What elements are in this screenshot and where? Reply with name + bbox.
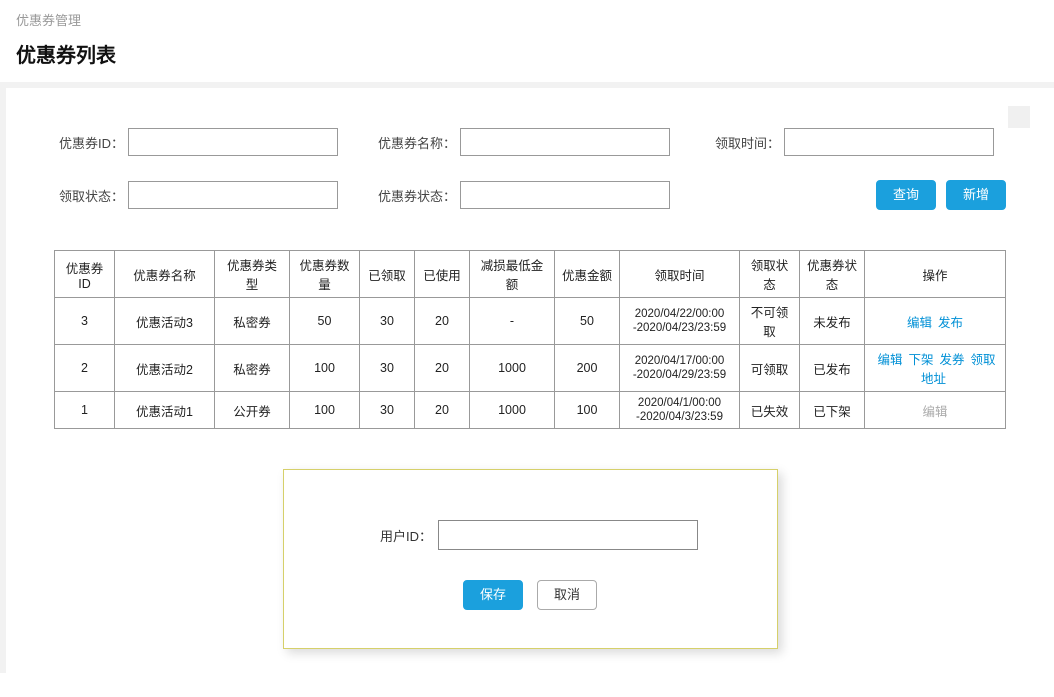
cell-min_amount: - [470, 298, 555, 345]
panel-corner-indicator [1008, 106, 1030, 128]
op-link-编辑: 编辑 [922, 405, 947, 419]
filter-actions: 查询 新增 [876, 180, 1006, 210]
th-min-amount: 减损最低金额 [470, 251, 555, 298]
cell-used: 20 [415, 298, 470, 345]
cell-name: 优惠活动1 [115, 392, 215, 429]
th-coupon-status: 优惠券状态 [800, 251, 865, 298]
cell-type: 私密券 [215, 345, 290, 392]
th-claimed: 已领取 [360, 251, 415, 298]
th-name: 优惠券名称 [115, 251, 215, 298]
coupon-name-label: 优惠券名称： [378, 133, 456, 152]
cell-claim-status: 已失效 [740, 392, 800, 429]
coupon-table: 优惠券ID 优惠券名称 优惠券类型 优惠券数量 已领取 已使用 减损最低金额 优… [54, 250, 1006, 429]
add-button[interactable]: 新增 [946, 180, 1006, 210]
op-link-发布[interactable]: 发布 [938, 316, 963, 330]
cell-id: 2 [55, 345, 115, 392]
claim-time-label: 领取时间： [710, 133, 780, 152]
modal-user-id-row: 用户ID： [314, 520, 747, 550]
cell-qty: 100 [290, 392, 360, 429]
table-header-row: 优惠券ID 优惠券名称 优惠券类型 优惠券数量 已领取 已使用 减损最低金额 优… [55, 251, 1006, 298]
cell-used: 20 [415, 392, 470, 429]
cell-ops: 编辑 [865, 392, 1006, 429]
user-id-input[interactable] [438, 520, 698, 550]
save-button[interactable]: 保存 [463, 580, 523, 610]
cell-claim-status: 可领取 [740, 345, 800, 392]
modal-wrap: 用户ID： 保存 取消 [54, 469, 1006, 649]
cell-coupon_amount: 50 [555, 298, 620, 345]
cell-claim-time: 2020/04/1/00:00-2020/04/3/23:59 [620, 392, 740, 429]
table-row: 3优惠活动3私密券503020-502020/04/22/00:00-2020/… [55, 298, 1006, 345]
cell-coupon-status: 已发布 [800, 345, 865, 392]
breadcrumb: 优惠券管理 [0, 0, 1054, 33]
cell-coupon-status: 已下架 [800, 392, 865, 429]
th-coupon-amount: 优惠金额 [555, 251, 620, 298]
coupon-status-input[interactable] [460, 181, 670, 209]
cell-ops: 编辑下架发券领取地址 [865, 345, 1006, 392]
cell-claim-status: 不可领取 [740, 298, 800, 345]
cell-name: 优惠活动3 [115, 298, 215, 345]
th-ops: 操作 [865, 251, 1006, 298]
main-outer: 优惠券ID： 优惠券名称： 领取时间： 领取状态： 优惠券状态： 查询 新 [0, 82, 1054, 673]
coupon-status-label: 优惠券状态： [378, 186, 456, 205]
cell-min_amount: 1000 [470, 392, 555, 429]
op-link-编辑[interactable]: 编辑 [907, 316, 932, 330]
th-claim-status: 领取状态 [740, 251, 800, 298]
cell-claimed: 30 [360, 345, 415, 392]
user-id-label: 用户ID： [362, 526, 432, 545]
op-link-编辑[interactable]: 编辑 [877, 353, 902, 367]
th-type: 优惠券类型 [215, 251, 290, 298]
cell-claim-time: 2020/04/22/00:00-2020/04/23/23:59 [620, 298, 740, 345]
claim-status-label: 领取状态： [54, 186, 124, 205]
cell-qty: 100 [290, 345, 360, 392]
coupon-name-input[interactable] [460, 128, 670, 156]
cell-id: 1 [55, 392, 115, 429]
page-title: 优惠券列表 [0, 33, 1054, 82]
cell-name: 优惠活动2 [115, 345, 215, 392]
cell-coupon-status: 未发布 [800, 298, 865, 345]
filter-claim-status: 领取状态： [54, 181, 338, 209]
filter-coupon-name: 优惠券名称： [378, 128, 670, 156]
filter-coupon-status: 优惠券状态： [378, 181, 670, 209]
panel: 优惠券ID： 优惠券名称： 领取时间： 领取状态： 优惠券状态： 查询 新 [30, 88, 1030, 673]
th-qty: 优惠券数量 [290, 251, 360, 298]
cell-qty: 50 [290, 298, 360, 345]
filter-coupon-id: 优惠券ID： [54, 128, 338, 156]
cell-min_amount: 1000 [470, 345, 555, 392]
cell-claim-time: 2020/04/17/00:00-2020/04/29/23:59 [620, 345, 740, 392]
cell-coupon_amount: 200 [555, 345, 620, 392]
cell-type: 公开券 [215, 392, 290, 429]
op-link-下架[interactable]: 下架 [908, 353, 933, 367]
op-link-发券[interactable]: 发券 [940, 353, 965, 367]
modal-actions: 保存 取消 [314, 580, 747, 610]
filter-claim-time: 领取时间： [710, 128, 994, 156]
search-button[interactable]: 查询 [876, 180, 936, 210]
coupon-id-label: 优惠券ID： [54, 133, 124, 152]
cell-claimed: 30 [360, 392, 415, 429]
filters: 优惠券ID： 优惠券名称： 领取时间： 领取状态： 优惠券状态： 查询 新 [54, 128, 1006, 210]
user-id-modal: 用户ID： 保存 取消 [283, 469, 778, 649]
cell-ops: 编辑发布 [865, 298, 1006, 345]
coupon-id-input[interactable] [128, 128, 338, 156]
claim-time-input[interactable] [784, 128, 994, 156]
cell-type: 私密券 [215, 298, 290, 345]
th-used: 已使用 [415, 251, 470, 298]
cell-used: 20 [415, 345, 470, 392]
th-claim-time: 领取时间 [620, 251, 740, 298]
cancel-button[interactable]: 取消 [537, 580, 597, 610]
table-row: 2优惠活动2私密券100302010002002020/04/17/00:00-… [55, 345, 1006, 392]
cell-claimed: 30 [360, 298, 415, 345]
cell-id: 3 [55, 298, 115, 345]
cell-coupon_amount: 100 [555, 392, 620, 429]
table-row: 1优惠活动1公开券100302010001002020/04/1/00:00-2… [55, 392, 1006, 429]
th-id: 优惠券ID [55, 251, 115, 298]
claim-status-input[interactable] [128, 181, 338, 209]
